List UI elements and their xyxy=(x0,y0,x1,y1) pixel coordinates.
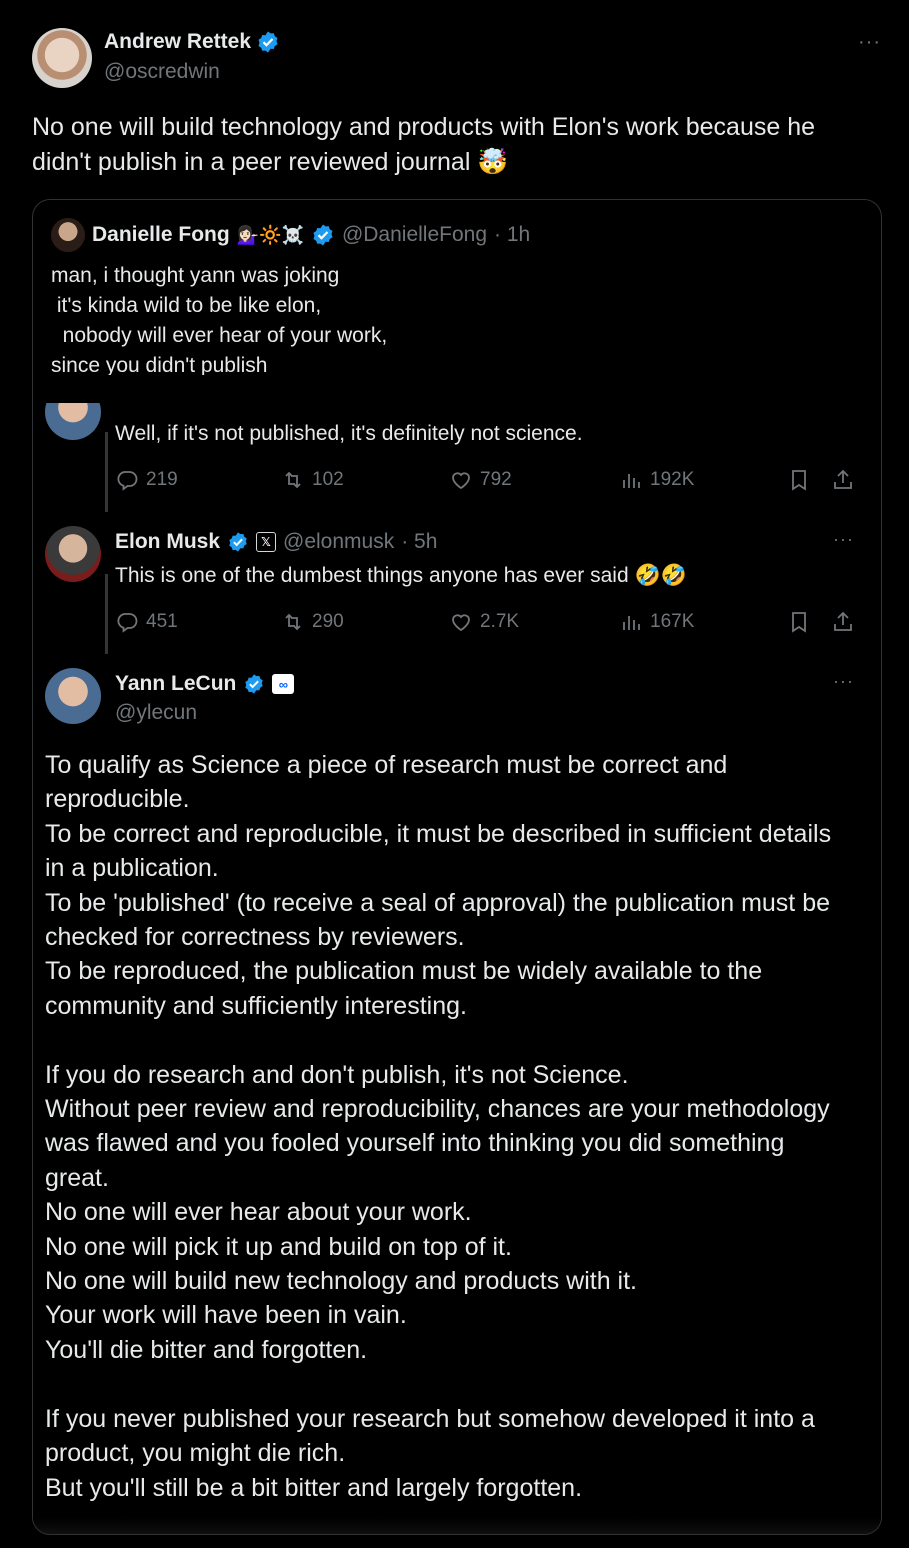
main-post-text: To qualify as Science a piece of researc… xyxy=(45,748,865,1505)
share-icon xyxy=(834,469,852,489)
reply-author-name: Elon Musk xyxy=(115,530,221,553)
main-paragraph: To qualify as Science a piece of researc… xyxy=(45,751,832,1020)
avatar xyxy=(45,668,101,724)
reply-button[interactable]: 219 xyxy=(115,468,178,492)
quote-author-handle: @DanielleFong xyxy=(341,223,487,246)
repost-count: 102 xyxy=(312,469,344,490)
reply-icon xyxy=(117,613,138,633)
views-count: 192K xyxy=(650,469,695,490)
bookmark-button[interactable] xyxy=(787,610,811,634)
quote-time: · 1h xyxy=(494,223,531,246)
verified-badge-icon xyxy=(258,31,278,53)
verified-badge-icon xyxy=(245,674,264,694)
reply-icon xyxy=(117,471,138,491)
verified-badge-icon xyxy=(313,224,333,246)
thread-reply: Elon Musk 𝕏 @elonmusk · 5h ··· This is o… xyxy=(45,526,875,636)
avatar[interactable] xyxy=(32,28,92,88)
share-button[interactable] xyxy=(831,610,855,634)
bookmark-icon xyxy=(792,470,806,491)
reply-button[interactable]: 451 xyxy=(115,610,178,634)
views-button[interactable]: 167K xyxy=(619,610,694,634)
repost-button[interactable]: 290 xyxy=(281,610,344,634)
share-button[interactable] xyxy=(831,468,855,492)
main-author-handle: @ylecun xyxy=(115,701,198,724)
repost-count: 290 xyxy=(312,611,344,632)
reply-time: · 5h xyxy=(401,530,438,553)
reply-text: This is one of the dumbest things anyone… xyxy=(115,564,687,587)
main-author-line: Yann LeCun ∞ xyxy=(115,672,295,696)
like-button[interactable]: 792 xyxy=(449,468,512,492)
author-name[interactable]: Andrew Rettek xyxy=(104,30,251,54)
meta-logo-icon: ∞ xyxy=(272,674,295,694)
author-emojis: 💁🏻‍♀️🔆☠️ xyxy=(236,224,304,245)
quote-header: Danielle Fong 💁🏻‍♀️🔆☠️ @DanielleFong · 1… xyxy=(51,218,530,252)
quote-text: man, i thought yann was joking it's kind… xyxy=(51,264,388,377)
clip-edge xyxy=(33,1518,881,1534)
tweet-text-line: No one will build technology and product… xyxy=(32,113,816,141)
bookmark-icon xyxy=(792,612,806,633)
page: Andrew Rettek @oscredwin ··· No one will… xyxy=(0,0,909,1548)
views-button[interactable]: 192K xyxy=(619,468,694,492)
main-paragraph: If you do research and don't publish, it… xyxy=(45,1060,830,1364)
avatar xyxy=(51,218,85,252)
more-options-icon: ··· xyxy=(833,671,854,691)
main-author-name: Yann LeCun xyxy=(115,672,237,695)
avatar xyxy=(45,526,101,582)
author-handle[interactable]: @oscredwin xyxy=(104,60,280,84)
repost-icon xyxy=(285,613,301,631)
analytics-icon xyxy=(623,616,640,630)
like-button[interactable]: 2.7K xyxy=(449,610,519,634)
tweet-header: Andrew Rettek @oscredwin xyxy=(32,28,280,88)
action-bar: 219 102 792 192K xyxy=(115,468,875,498)
x-logo-icon: 𝕏 xyxy=(256,532,277,552)
reply-header: Elon Musk 𝕏 @elonmusk · 5h xyxy=(115,530,437,554)
tweet-text-line: didn't publish in a peer reviewed journa… xyxy=(32,148,509,176)
analytics-icon xyxy=(623,474,640,488)
reply-count: 219 xyxy=(146,469,178,490)
verified-badge-icon xyxy=(229,532,247,552)
more-options-icon: ··· xyxy=(833,529,854,549)
tweet-text: No one will build technology and product… xyxy=(32,110,882,180)
clip-mask xyxy=(33,375,881,403)
like-count: 2.7K xyxy=(480,611,520,632)
views-count: 167K xyxy=(650,611,695,632)
repost-button[interactable]: 102 xyxy=(281,468,344,492)
more-options-icon[interactable]: ··· xyxy=(858,32,881,52)
repost-icon xyxy=(285,471,301,489)
heart-icon xyxy=(452,472,470,490)
like-count: 792 xyxy=(480,469,512,490)
main-post-header: Yann LeCun ∞ @ylecun ··· xyxy=(45,668,875,738)
main-paragraph: If you never published your research but… xyxy=(45,1404,815,1502)
bookmark-button[interactable] xyxy=(787,468,811,492)
quote-author-name: Danielle Fong xyxy=(92,223,230,246)
heart-icon xyxy=(452,614,470,632)
share-icon xyxy=(834,611,852,631)
reply-author-handle: @elonmusk xyxy=(283,530,395,553)
reply-count: 451 xyxy=(146,611,178,632)
reply-text: Well, if it's not published, it's defini… xyxy=(115,422,583,445)
action-bar: 451 290 2.7K 167K xyxy=(115,610,875,640)
